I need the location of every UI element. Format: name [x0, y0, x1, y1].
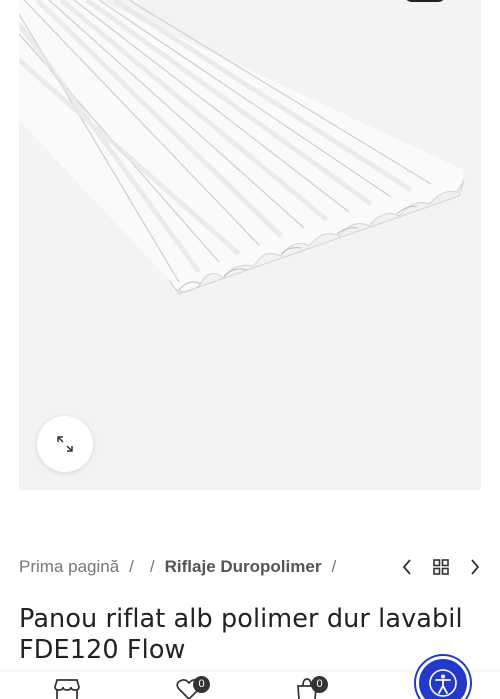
breadcrumb-home[interactable]: Prima pagină — [19, 557, 119, 577]
product-gallery — [19, 0, 481, 490]
wishlist-count: 0 — [193, 676, 210, 693]
back-to-products-button[interactable] — [429, 556, 453, 578]
wishlist-button[interactable]: 0 — [169, 676, 210, 699]
chevron-right-icon — [471, 559, 480, 575]
store-icon — [54, 679, 80, 699]
breadcrumb-category[interactable]: Riflaje Duropolimer — [165, 557, 322, 577]
breadcrumb-separator: / — [331, 557, 337, 576]
cart-button[interactable]: 0 — [287, 676, 328, 699]
accessibility-icon — [429, 669, 457, 697]
fluted-panel-image — [19, 0, 465, 295]
prev-product-button[interactable] — [395, 556, 419, 578]
product-navigation — [395, 556, 487, 578]
chevron-left-icon — [402, 559, 411, 575]
breadcrumb-separator: / — [129, 557, 134, 576]
cart-count: 0 — [311, 676, 328, 693]
next-product-button[interactable] — [463, 556, 487, 578]
breadcrumb: Prima pagină / / Riflaje Duropolimer / — [19, 555, 346, 579]
breadcrumb-separator: / — [149, 557, 155, 576]
shop-button[interactable] — [47, 678, 87, 699]
product-title: Panou riflat alb polimer dur lavabil FDE… — [19, 604, 463, 665]
grid-icon — [433, 559, 449, 575]
zoom-button[interactable] — [37, 416, 93, 472]
expand-icon — [57, 436, 73, 452]
